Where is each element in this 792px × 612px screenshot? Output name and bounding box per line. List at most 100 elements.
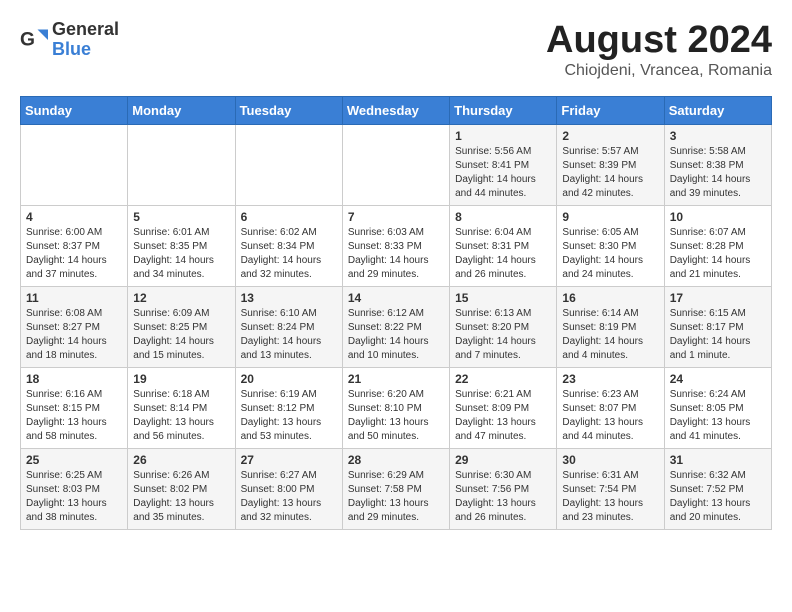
title-area: August 2024 Chiojdeni, Vrancea, Romania [546,20,772,80]
cell-content: Sunrise: 6:16 AMSunset: 8:15 PMDaylight:… [26,388,122,444]
cell-content: Sunrise: 6:18 AMSunset: 8:14 PMDaylight:… [133,388,229,444]
day-number: 10 [670,210,766,224]
day-number: 24 [670,372,766,386]
calendar-cell: 16 Sunrise: 6:14 AMSunset: 8:19 PMDayligh… [557,286,664,367]
day-number: 20 [241,372,337,386]
calendar-week-row: 25 Sunrise: 6:25 AMSunset: 8:03 PMDayligh… [21,448,772,529]
logo-general-text: General [52,20,119,40]
day-number: 28 [348,453,444,467]
calendar-cell [21,124,128,205]
cell-content: Sunrise: 6:25 AMSunset: 8:03 PMDaylight:… [26,469,122,525]
calendar-cell: 6Sunrise: 6:02 AMSunset: 8:34 PMDaylight… [235,205,342,286]
calendar-cell: 26 Sunrise: 6:26 AMSunset: 8:02 PMDayligh… [128,448,235,529]
cell-content: Sunrise: 6:02 AMSunset: 8:34 PMDaylight:… [241,226,337,282]
day-number: 17 [670,291,766,305]
calendar-cell: 29 Sunrise: 6:30 AMSunset: 7:56 PMDayligh… [450,448,557,529]
day-number: 2 [562,129,658,143]
calendar-cell [128,124,235,205]
cell-content: Sunrise: 6:08 AMSunset: 8:27 PMDaylight:… [26,307,122,363]
day-number: 26 [133,453,229,467]
day-number: 16 [562,291,658,305]
cell-content: Sunrise: 6:05 AMSunset: 8:30 PMDaylight:… [562,226,658,282]
calendar-cell: 19 Sunrise: 6:18 AMSunset: 8:14 PMDayligh… [128,367,235,448]
cell-content: Sunrise: 6:14 AMSunset: 8:19 PMDaylight:… [562,307,658,363]
month-year: August 2024 [546,20,772,62]
calendar-cell [235,124,342,205]
day-number: 19 [133,372,229,386]
calendar-body: 1 Sunrise: 5:56 AMSunset: 8:41 PMDaylight… [21,124,772,529]
cell-content: Sunrise: 6:20 AMSunset: 8:10 PMDaylight:… [348,388,444,444]
calendar-cell: 9 Sunrise: 6:05 AMSunset: 8:30 PMDaylight… [557,205,664,286]
calendar-cell: 17 Sunrise: 6:15 AMSunset: 8:17 PMDayligh… [664,286,771,367]
header: G General Blue August 2024 Chiojdeni, Vr… [20,20,772,80]
day-number: 14 [348,291,444,305]
calendar-cell: 4 Sunrise: 6:00 AMSunset: 8:37 PMDaylight… [21,205,128,286]
weekday-header: Tuesday [235,96,342,124]
logo-blue-text: Blue [52,40,119,60]
calendar-cell: 18Sunrise: 6:16 AMSunset: 8:15 PMDayligh… [21,367,128,448]
day-number: 4 [26,210,122,224]
calendar-table: SundayMondayTuesdayWednesdayThursdayFrid… [20,96,772,530]
weekday-header: Wednesday [342,96,449,124]
day-number: 9 [562,210,658,224]
calendar-cell: 21Sunrise: 6:20 AMSunset: 8:10 PMDayligh… [342,367,449,448]
cell-content: Sunrise: 6:03 AMSunset: 8:33 PMDaylight:… [348,226,444,282]
calendar-cell: 27 Sunrise: 6:27 AMSunset: 8:00 PMDayligh… [235,448,342,529]
day-number: 31 [670,453,766,467]
cell-content: Sunrise: 5:57 AMSunset: 8:39 PMDaylight:… [562,145,658,201]
cell-content: Sunrise: 6:21 AMSunset: 8:09 PMDaylight:… [455,388,551,444]
cell-content: Sunrise: 6:09 AMSunset: 8:25 PMDaylight:… [133,307,229,363]
calendar-cell: 30Sunrise: 6:31 AMSunset: 7:54 PMDayligh… [557,448,664,529]
calendar-week-row: 4 Sunrise: 6:00 AMSunset: 8:37 PMDaylight… [21,205,772,286]
day-number: 1 [455,129,551,143]
cell-content: Sunrise: 6:26 AMSunset: 8:02 PMDaylight:… [133,469,229,525]
cell-content: Sunrise: 6:27 AMSunset: 8:00 PMDaylight:… [241,469,337,525]
calendar-cell: 2 Sunrise: 5:57 AMSunset: 8:39 PMDaylight… [557,124,664,205]
calendar-cell: 12Sunrise: 6:09 AMSunset: 8:25 PMDayligh… [128,286,235,367]
cell-content: Sunrise: 6:15 AMSunset: 8:17 PMDaylight:… [670,307,766,363]
day-number: 25 [26,453,122,467]
calendar-cell: 3Sunrise: 5:58 AMSunset: 8:38 PMDaylight… [664,124,771,205]
cell-content: Sunrise: 5:56 AMSunset: 8:41 PMDaylight:… [455,145,551,201]
cell-content: Sunrise: 6:01 AMSunset: 8:35 PMDaylight:… [133,226,229,282]
day-number: 7 [348,210,444,224]
location: Chiojdeni, Vrancea, Romania [546,62,772,80]
cell-content: Sunrise: 6:32 AMSunset: 7:52 PMDaylight:… [670,469,766,525]
day-number: 13 [241,291,337,305]
logo: G General Blue [20,20,119,60]
day-number: 23 [562,372,658,386]
cell-content: Sunrise: 6:31 AMSunset: 7:54 PMDaylight:… [562,469,658,525]
day-number: 29 [455,453,551,467]
cell-content: Sunrise: 6:24 AMSunset: 8:05 PMDaylight:… [670,388,766,444]
day-number: 27 [241,453,337,467]
calendar-cell: 11 Sunrise: 6:08 AMSunset: 8:27 PMDayligh… [21,286,128,367]
weekday-row: SundayMondayTuesdayWednesdayThursdayFrid… [21,96,772,124]
cell-content: Sunrise: 6:10 AMSunset: 8:24 PMDaylight:… [241,307,337,363]
weekday-header: Thursday [450,96,557,124]
calendar-cell: 15Sunrise: 6:13 AMSunset: 8:20 PMDayligh… [450,286,557,367]
calendar-cell: 23 Sunrise: 6:23 AMSunset: 8:07 PMDayligh… [557,367,664,448]
calendar-cell: 8Sunrise: 6:04 AMSunset: 8:31 PMDaylight… [450,205,557,286]
weekday-header: Sunday [21,96,128,124]
day-number: 11 [26,291,122,305]
cell-content: Sunrise: 6:30 AMSunset: 7:56 PMDaylight:… [455,469,551,525]
weekday-header: Saturday [664,96,771,124]
day-number: 15 [455,291,551,305]
day-number: 22 [455,372,551,386]
calendar-cell: 7 Sunrise: 6:03 AMSunset: 8:33 PMDaylight… [342,205,449,286]
cell-content: Sunrise: 6:23 AMSunset: 8:07 PMDaylight:… [562,388,658,444]
cell-content: Sunrise: 6:00 AMSunset: 8:37 PMDaylight:… [26,226,122,282]
calendar-cell: 20 Sunrise: 6:19 AMSunset: 8:12 PMDayligh… [235,367,342,448]
cell-content: Sunrise: 6:19 AMSunset: 8:12 PMDaylight:… [241,388,337,444]
calendar-cell: 31 Sunrise: 6:32 AMSunset: 7:52 PMDayligh… [664,448,771,529]
calendar-cell: 28 Sunrise: 6:29 AMSunset: 7:58 PMDayligh… [342,448,449,529]
cell-content: Sunrise: 6:12 AMSunset: 8:22 PMDaylight:… [348,307,444,363]
calendar-cell: 10Sunrise: 6:07 AMSunset: 8:28 PMDayligh… [664,205,771,286]
calendar-cell: 13 Sunrise: 6:10 AMSunset: 8:24 PMDayligh… [235,286,342,367]
cell-content: Sunrise: 6:04 AMSunset: 8:31 PMDaylight:… [455,226,551,282]
cell-content: Sunrise: 6:29 AMSunset: 7:58 PMDaylight:… [348,469,444,525]
calendar-cell: 24 Sunrise: 6:24 AMSunset: 8:05 PMDayligh… [664,367,771,448]
weekday-header: Friday [557,96,664,124]
day-number: 3 [670,129,766,143]
calendar-week-row: 18Sunrise: 6:16 AMSunset: 8:15 PMDayligh… [21,367,772,448]
